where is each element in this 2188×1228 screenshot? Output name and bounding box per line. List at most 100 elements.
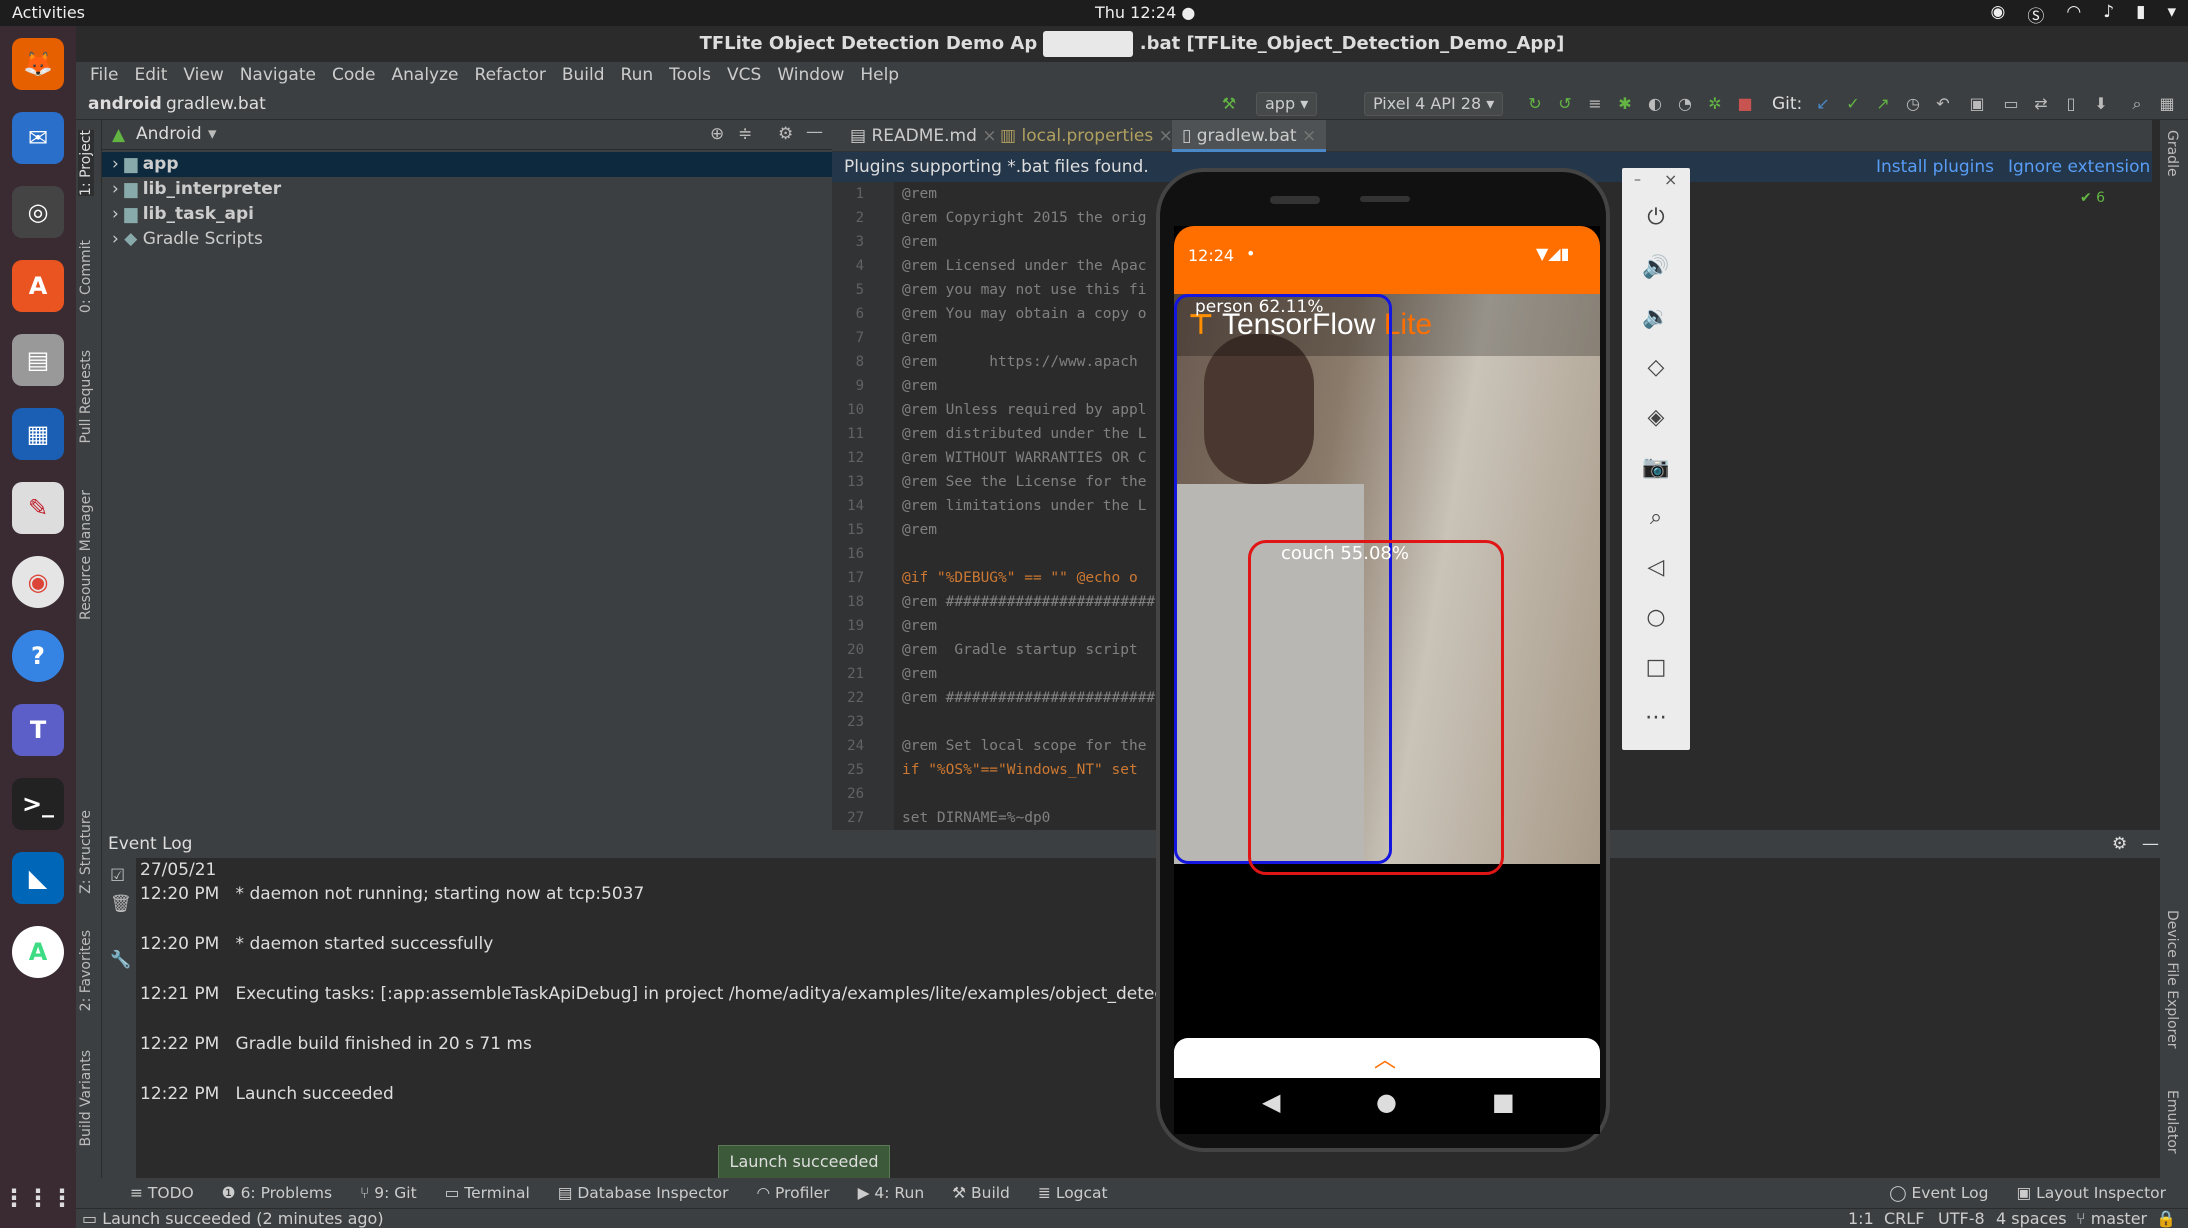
menu-refactor[interactable]: Refactor	[467, 65, 554, 85]
volume-down-icon[interactable]: 🔉	[1638, 300, 1674, 336]
git-commit-icon[interactable]: ✓	[1842, 93, 1864, 115]
overview-icon[interactable]: □	[1638, 650, 1674, 686]
wifi-icon[interactable]: ◠	[2066, 2, 2081, 27]
code-line[interactable]: @rem Set local scope for the	[902, 734, 1146, 758]
screen-share-indicator[interactable]	[1043, 31, 1134, 57]
camera-icon[interactable]: 📷	[1638, 450, 1674, 486]
code-line[interactable]: @rem ########################	[902, 686, 1155, 710]
code-line[interactable]: @rem WITHOUT WARRANTIES OR C	[902, 446, 1146, 470]
bottom-sheet[interactable]: ︿	[1174, 1038, 1600, 1078]
tool-device-file-explorer[interactable]: Device File Explorer	[2164, 910, 2180, 1049]
menu-build[interactable]: Build	[554, 65, 613, 85]
tab-readme[interactable]: ▤ README.md ×	[840, 120, 1007, 152]
code-line[interactable]: @rem https://www.apach	[902, 350, 1138, 374]
breadcrumb-root[interactable]: android	[88, 94, 162, 114]
system-clock[interactable]: Thu 12:24 ●	[1095, 3, 1195, 22]
activities-button[interactable]: Activities	[12, 3, 85, 22]
teams-tray-icon[interactable]: ◉	[1991, 2, 2006, 27]
lock-icon[interactable]: 🔒	[2156, 1209, 2176, 1228]
terminal-icon[interactable]: >_	[12, 778, 64, 830]
menu-analyze[interactable]: Analyze	[384, 65, 467, 85]
git-update-icon[interactable]: ↙	[1812, 93, 1834, 115]
tree-item-app[interactable]: › ▆ app	[102, 152, 832, 177]
close-icon[interactable]: ×	[1664, 170, 1677, 189]
ide-settings-icon[interactable]: ▦	[2156, 93, 2178, 115]
debug-icon[interactable]: ✱	[1614, 93, 1636, 115]
tool-structure[interactable]: Z: Structure	[78, 810, 94, 894]
chevron-up-icon[interactable]: ︿	[1374, 1042, 1396, 1074]
tree-item-gradle-scripts[interactable]: › ◆ Gradle Scripts	[102, 227, 832, 252]
menu-run[interactable]: Run	[613, 65, 662, 85]
code-line[interactable]: @rem Copyright 2015 the orig	[902, 206, 1146, 230]
profile-icon[interactable]: ◔	[1674, 93, 1696, 115]
launch-toast[interactable]: Launch succeeded	[718, 1145, 890, 1179]
tool-logcat[interactable]: ≣ Logcat	[1024, 1184, 1122, 1202]
tree-item-lib-interpreter[interactable]: › ▆ lib_interpreter	[102, 177, 832, 202]
git-history-icon[interactable]: ◷	[1902, 93, 1924, 115]
phone-screen[interactable]: 12:24 • ▼◢▮ ⊤ TensorFlow Lite person 62.…	[1174, 226, 1600, 1078]
run-config-select[interactable]: app ▾	[1256, 92, 1318, 116]
code-line[interactable]: @rem You may obtain a copy o	[902, 302, 1146, 326]
gear-icon[interactable]: ⚙	[778, 124, 793, 144]
avd-manager-icon[interactable]: ▭	[2000, 93, 2022, 115]
git-push-icon[interactable]: ↗	[1872, 93, 1894, 115]
locate-icon[interactable]: ⊕	[710, 124, 724, 144]
code-line[interactable]: @rem	[902, 230, 937, 254]
skype-tray-icon[interactable]: Ⓢ	[2027, 2, 2044, 27]
line-separator[interactable]: CRLF	[1884, 1209, 1924, 1228]
device-select[interactable]: Pixel 4 API 28 ▾	[1364, 92, 1504, 116]
battery-icon[interactable]: ▮	[2136, 2, 2145, 27]
tool-run[interactable]: ▶ 4: Run	[844, 1184, 939, 1202]
status-message[interactable]: ▭ Launch succeeded (2 minutes ago)	[82, 1209, 384, 1228]
attach-debugger-icon[interactable]: ✲	[1704, 93, 1726, 115]
stop-icon[interactable]: ■	[1734, 93, 1756, 115]
ignore-extension-link[interactable]: Ignore extension	[2008, 152, 2150, 182]
tool-build[interactable]: ⚒ Build	[938, 1184, 1024, 1202]
code-line[interactable]: @rem	[902, 182, 937, 206]
close-icon[interactable]: ×	[1302, 126, 1316, 146]
volume-icon[interactable]: ♪	[2103, 2, 2114, 27]
code-line[interactable]: set DIRNAME=%~dp0	[902, 806, 1050, 830]
tool-todo[interactable]: ≡ TODO	[116, 1184, 208, 1202]
menu-vcs[interactable]: VCS	[719, 65, 769, 85]
code-line[interactable]: @rem ########################	[902, 590, 1155, 614]
thunderbird-icon[interactable]: ✉	[12, 112, 64, 164]
tool-profiler[interactable]: ◠ Profiler	[743, 1184, 844, 1202]
menu-view[interactable]: View	[175, 65, 231, 85]
rotate-right-icon[interactable]: ◈	[1638, 400, 1674, 436]
make-project-icon[interactable]: ⚒	[1218, 93, 1240, 115]
power-menu-icon[interactable]: ▾	[2167, 2, 2176, 27]
git-branch[interactable]: ⑂ master	[2076, 1209, 2147, 1228]
code-line[interactable]: @rem Licensed under the Apac	[902, 254, 1146, 278]
project-view-select[interactable]: Android	[136, 124, 202, 144]
trash-icon[interactable]: 🗑	[110, 894, 132, 914]
search-everywhere-icon[interactable]: ⌕	[2126, 93, 2148, 115]
back-icon[interactable]: ◁	[1638, 550, 1674, 586]
home-icon[interactable]: ○	[1638, 600, 1674, 636]
tool-problems[interactable]: ❶ 6: Problems	[208, 1184, 346, 1202]
collapse-all-icon[interactable]: ≑	[738, 124, 752, 144]
tool-favorites[interactable]: 2: Favorites	[78, 930, 94, 1011]
apply-code-changes-icon[interactable]: ≡	[1584, 93, 1606, 115]
code-line[interactable]: if "%OS%"=="Windows_NT" set	[902, 758, 1138, 782]
firefox-icon[interactable]: 🦊	[12, 38, 64, 90]
menu-file[interactable]: File	[82, 65, 126, 85]
menu-help[interactable]: Help	[852, 65, 907, 85]
tool-terminal[interactable]: ▭ Terminal	[431, 1184, 544, 1202]
entry-message[interactable]: Executing tasks: [:app:assembleTaskApiDe…	[236, 984, 1162, 1004]
code-line[interactable]: @rem	[902, 374, 937, 398]
menu-navigate[interactable]: Navigate	[232, 65, 324, 85]
code-line[interactable]: @rem Gradle startup script	[902, 638, 1138, 662]
chrome-icon[interactable]: ◉	[12, 556, 64, 608]
tree-item-lib-task-api[interactable]: › ▆ lib_task_api	[102, 202, 832, 227]
tool-emulator[interactable]: Emulator	[2164, 1090, 2180, 1154]
gear-icon[interactable]: ⚙	[2112, 830, 2127, 858]
git-rollback-icon[interactable]: ↶	[1932, 93, 1954, 115]
menu-code[interactable]: Code	[324, 65, 384, 85]
vscode-icon[interactable]: ◣	[12, 852, 64, 904]
code-line[interactable]: @rem	[902, 662, 937, 686]
tool-build-variants[interactable]: Build Variants	[78, 1050, 94, 1147]
wrench-icon[interactable]: 🔧	[110, 950, 131, 970]
code-line[interactable]: @rem you may not use this fi	[902, 278, 1146, 302]
rerun-icon[interactable]: ↻	[1524, 93, 1546, 115]
